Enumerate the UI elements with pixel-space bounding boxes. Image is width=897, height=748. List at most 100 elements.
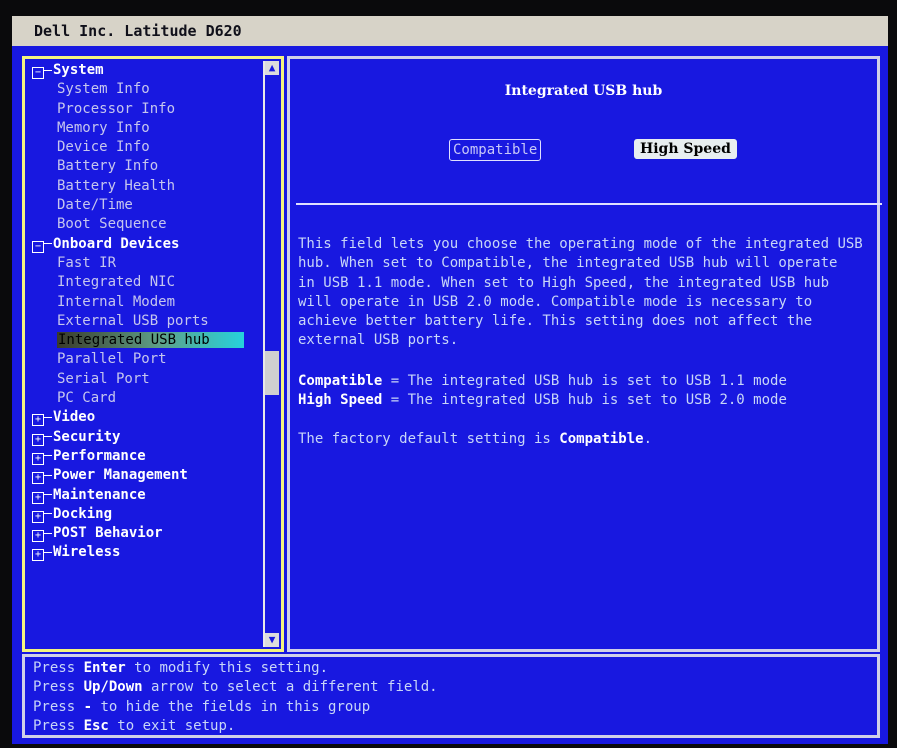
tree-group-wireless[interactable]: + Wireless <box>27 543 257 562</box>
plus-box-icon[interactable]: + <box>32 414 44 427</box>
tree-item-pc-card[interactable]: PC Card <box>27 389 257 408</box>
tree-group-docking[interactable]: + Docking <box>27 505 257 524</box>
plus-box-icon[interactable]: + <box>32 510 44 523</box>
option-compatible[interactable]: Compatible <box>449 139 542 161</box>
tree-item-parallel-port[interactable]: Parallel Port <box>27 350 257 369</box>
tree-group-power-management[interactable]: + Power Management <box>27 466 257 485</box>
tree-item-internal-modem[interactable]: Internal Modem <box>27 293 257 312</box>
default-value: Compatible <box>559 431 644 447</box>
tree-item-label: Processor Info <box>57 100 176 117</box>
tree-item-external-usb-ports[interactable]: External USB ports <box>27 312 257 331</box>
tree-item-integrated-usb-hub[interactable]: Integrated USB hub <box>27 331 257 350</box>
tree-item-label: Memory Info <box>57 119 150 136</box>
option-high-speed[interactable]: High Speed <box>634 139 737 159</box>
tree-item-label: System <box>53 62 104 78</box>
tree-group-onboard-devices[interactable]: − Onboard Devices <box>27 235 257 254</box>
tree-item-label: Docking <box>53 505 113 522</box>
help-text: Press <box>33 660 84 676</box>
help-line: Press Esc to exit setup. <box>33 717 877 736</box>
definition-compatible: Compatible = The integrated USB hub is s… <box>298 372 888 391</box>
tree-item-label: Device Info <box>57 139 150 156</box>
tree-item-memory-info[interactable]: Memory Info <box>27 119 257 138</box>
help-panel: Press Enter to modify this setting. Pres… <box>22 654 880 738</box>
default-prefix: The factory default setting is <box>298 431 560 447</box>
description-line: external USB ports. <box>298 332 459 349</box>
tree-item-serial-port[interactable]: Serial Port <box>27 370 257 389</box>
tree-item-label: Serial Port <box>57 370 150 387</box>
description-line: achieve better battery life. This settin… <box>298 313 813 330</box>
tree-scrollbar[interactable]: ▲ ▼ <box>263 61 279 647</box>
tree-group-video[interactable]: + Video <box>27 408 257 427</box>
tree-connector <box>44 416 52 418</box>
tree-group-maintenance[interactable]: + Maintenance <box>27 486 257 505</box>
help-line: Press - to hide the fields in this group <box>33 698 877 717</box>
help-text: to exit setup. <box>108 717 236 734</box>
description-line: This field lets you choose the operating… <box>298 236 863 252</box>
tree-connector <box>44 243 52 245</box>
tree-item-label: Boot Sequence <box>57 216 167 233</box>
help-text: Press <box>33 717 84 734</box>
tree-item-label: System Info <box>57 81 150 98</box>
window-title: Dell Inc. Latitude D620 <box>12 16 888 46</box>
bios-screen: Dell Inc. Latitude D620 − System System In… <box>12 16 888 744</box>
tree-item-label: Integrated NIC <box>57 274 176 291</box>
definition-high-speed: High Speed = The integrated USB hub is s… <box>298 391 888 410</box>
scroll-thumb[interactable] <box>265 351 279 395</box>
tree-item-label: Performance <box>53 447 146 464</box>
tree-item-processor-info[interactable]: Processor Info <box>27 100 257 119</box>
tree-group-system[interactable]: − System <box>27 61 257 80</box>
help-text: Press <box>33 698 84 715</box>
settings-tree: − System System Info Processor Info Memory I… <box>27 61 257 563</box>
tree-group-performance[interactable]: + Performance <box>27 447 257 466</box>
tree-item-fast-ir[interactable]: Fast IR <box>27 254 257 273</box>
default-suffix: . <box>643 431 653 447</box>
help-text: to modify this setting. <box>125 660 329 676</box>
tree-item-boot-sequence[interactable]: Boot Sequence <box>27 215 257 234</box>
tree-item-label: Security <box>53 428 121 445</box>
minus-box-icon[interactable]: − <box>32 67 44 79</box>
tree-item-label: PC Card <box>57 390 117 407</box>
description-line: hub. When set to Compatible, the integra… <box>298 255 838 272</box>
setting-title: Integrated USB hub <box>504 83 663 99</box>
tree-group-post-behavior[interactable]: + POST Behavior <box>27 524 257 543</box>
help-text: Press <box>33 679 84 696</box>
tree-item-label: Onboard Devices <box>53 235 180 252</box>
plus-box-icon[interactable]: + <box>32 433 44 446</box>
tree-item-label: Maintenance <box>53 486 146 503</box>
tree-item-battery-health[interactable]: Battery Health <box>27 177 257 196</box>
plus-box-icon[interactable]: + <box>32 549 44 562</box>
tree-item-date-time[interactable]: Date/Time <box>27 196 257 215</box>
tree-connector <box>44 69 52 71</box>
tree-connector <box>44 455 52 457</box>
help-key: Esc <box>83 717 109 734</box>
tree-item-battery-info[interactable]: Battery Info <box>27 157 257 176</box>
tree-item-label: External USB ports <box>57 312 209 329</box>
definition-term: Compatible <box>298 373 383 389</box>
option-definitions: Compatible = The integrated USB hub is s… <box>298 372 888 411</box>
plus-box-icon[interactable]: + <box>32 491 44 504</box>
definition-text: = The integrated USB hub is set to USB 1… <box>382 373 787 389</box>
tree-connector <box>44 474 52 476</box>
tree-item-label: Power Management <box>53 467 188 484</box>
arrow-up-icon[interactable]: ▲ <box>265 61 279 75</box>
minus-box-icon[interactable]: − <box>32 240 44 253</box>
tree-item-label: Battery Health <box>57 177 176 194</box>
help-key: Enter <box>83 660 126 676</box>
tree-connector <box>44 551 52 553</box>
tree-item-integrated-nic[interactable]: Integrated NIC <box>27 273 257 292</box>
plus-box-icon[interactable]: + <box>32 452 44 465</box>
settings-tree-panel: − System System Info Processor Info Memory I… <box>22 56 284 652</box>
arrow-down-icon[interactable]: ▼ <box>265 633 279 647</box>
help-key: Up/Down <box>83 679 143 696</box>
plus-box-icon[interactable]: + <box>32 472 44 485</box>
setting-detail-panel: Integrated USB hub Compatible High Speed… <box>287 56 882 652</box>
description-line: in USB 1.1 mode. When set to High Speed,… <box>298 274 830 291</box>
plus-box-icon[interactable]: + <box>32 530 44 543</box>
tree-item-label: Internal Modem <box>57 293 176 310</box>
tree-item-device-info[interactable]: Device Info <box>27 138 257 157</box>
tree-connector <box>44 532 52 534</box>
tree-group-security[interactable]: + Security <box>27 428 257 447</box>
tree-connector <box>44 494 52 496</box>
tree-item-system-info[interactable]: System Info <box>27 80 257 99</box>
factory-default: The factory default setting is Compatibl… <box>298 430 888 449</box>
